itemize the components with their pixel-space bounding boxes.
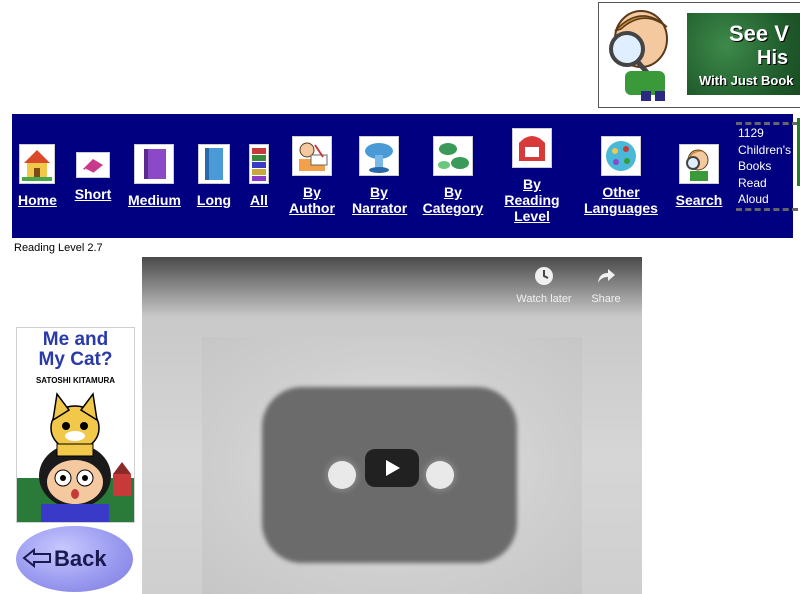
nav-link-other-languages-line-2: Languages bbox=[584, 200, 658, 216]
book-count-line-3: Books bbox=[738, 159, 772, 173]
nav-link-by-reading-level[interactable]: By Reading Level bbox=[500, 176, 564, 224]
book-count-line-2: Children's bbox=[738, 142, 791, 157]
nav-link-other-languages[interactable]: Other Languages bbox=[582, 184, 660, 216]
nav-item-home[interactable]: Home bbox=[18, 144, 57, 208]
search-detective-icon bbox=[679, 144, 719, 184]
category-icon bbox=[433, 136, 473, 176]
video-play-button[interactable] bbox=[365, 449, 419, 487]
nav-link-other-languages-line-1: Other bbox=[602, 184, 640, 200]
nav-link-by-author-line-1: By bbox=[303, 184, 321, 200]
nav-link-by-narrator-line-1: By bbox=[370, 184, 388, 200]
nav-link-by-narrator-line-2: Narrator bbox=[352, 200, 408, 216]
nav-item-by-narrator[interactable]: By Narrator bbox=[352, 136, 408, 216]
book-stack-icon bbox=[249, 144, 269, 184]
book-count-line-5: Aloud bbox=[738, 192, 769, 206]
nav-link-by-reading-level-line-3: Level bbox=[514, 208, 550, 224]
globe-icon bbox=[601, 136, 641, 176]
share-button[interactable]: Share bbox=[584, 265, 628, 305]
reading-level-icon bbox=[512, 128, 552, 168]
nav-item-search[interactable]: Search bbox=[674, 144, 724, 208]
nav-item-all[interactable]: All bbox=[248, 144, 270, 208]
video-thumbnail-left-dot bbox=[328, 461, 356, 489]
watch-later-label: Watch later bbox=[516, 293, 572, 305]
back-arrow-icon bbox=[22, 548, 51, 568]
advert-line-1: See V bbox=[729, 21, 789, 46]
nav-item-short[interactable]: Short bbox=[74, 152, 112, 202]
house-icon bbox=[19, 144, 55, 184]
nav-item-by-category[interactable]: By Category bbox=[420, 136, 486, 216]
book-cover: Me and My Cat? SATOSHI KITAMURA bbox=[16, 327, 135, 523]
nav-link-short[interactable]: Short bbox=[74, 186, 112, 202]
medium-book-icon bbox=[134, 144, 174, 184]
nav-link-by-category[interactable]: By Category bbox=[420, 184, 486, 216]
nav-link-by-category-line-2: Category bbox=[422, 200, 484, 216]
advert-banner[interactable]: See V His With Just Book bbox=[598, 2, 800, 108]
book-count: 1129 Children's Books Read Aloud bbox=[736, 122, 798, 211]
nav-item-by-reading-level[interactable]: By Reading Level bbox=[500, 128, 564, 224]
nav-link-home[interactable]: Home bbox=[18, 192, 57, 208]
book-cover-title-line-2: My Cat? bbox=[38, 349, 113, 370]
nav-link-by-category-line-1: By bbox=[444, 184, 462, 200]
book-cover-author: SATOSHI KITAMURA bbox=[35, 376, 116, 385]
long-book-icon bbox=[198, 144, 230, 184]
advert-line-3: With Just Book bbox=[699, 73, 794, 88]
main-navigation: Home Short Medium Long All By Author By … bbox=[12, 114, 800, 238]
detective-magnifier-icon bbox=[609, 10, 668, 101]
author-icon bbox=[292, 136, 332, 176]
nav-item-medium[interactable]: Medium bbox=[128, 144, 181, 208]
share-label: Share bbox=[591, 293, 621, 305]
book-cover-title-line-1: Me and bbox=[42, 329, 109, 350]
nav-item-other-languages[interactable]: Other Languages bbox=[582, 136, 660, 216]
book-count-line-4: Read bbox=[738, 175, 767, 190]
back-button[interactable]: Back bbox=[16, 526, 133, 592]
nav-link-search[interactable]: Search bbox=[674, 192, 724, 208]
nav-link-by-reading-level-line-1: By bbox=[523, 176, 541, 192]
nav-link-by-reading-level-line-2: Reading bbox=[504, 192, 560, 208]
book-cover-title: Me and My Cat? bbox=[17, 330, 134, 370]
advert-line-2: His bbox=[757, 47, 789, 69]
clock-icon bbox=[535, 267, 553, 285]
reading-level-label: Reading Level 2.7 bbox=[14, 242, 103, 254]
video-player[interactable]: Watch later Share bbox=[142, 257, 642, 594]
watch-later-button[interactable]: Watch later bbox=[512, 265, 576, 305]
video-thumbnail-right-dot bbox=[426, 461, 454, 489]
book-count-line-1: 1129 bbox=[738, 126, 764, 140]
nav-link-all[interactable]: All bbox=[248, 192, 270, 208]
nav-link-by-author-line-2: Author bbox=[289, 200, 335, 216]
nav-link-long[interactable]: Long bbox=[196, 192, 232, 208]
nav-item-by-author[interactable]: By Author bbox=[286, 136, 338, 216]
nav-link-by-author[interactable]: By Author bbox=[286, 184, 338, 216]
share-arrow-icon bbox=[598, 269, 615, 283]
narrator-icon bbox=[359, 136, 399, 176]
nav-item-long[interactable]: Long bbox=[196, 144, 232, 208]
short-book-icon bbox=[76, 152, 110, 178]
back-button-label: Back bbox=[54, 546, 107, 571]
nav-link-by-narrator[interactable]: By Narrator bbox=[352, 184, 408, 216]
advert-text: See V His With Just Book bbox=[687, 13, 800, 95]
nav-link-medium[interactable]: Medium bbox=[128, 192, 181, 208]
